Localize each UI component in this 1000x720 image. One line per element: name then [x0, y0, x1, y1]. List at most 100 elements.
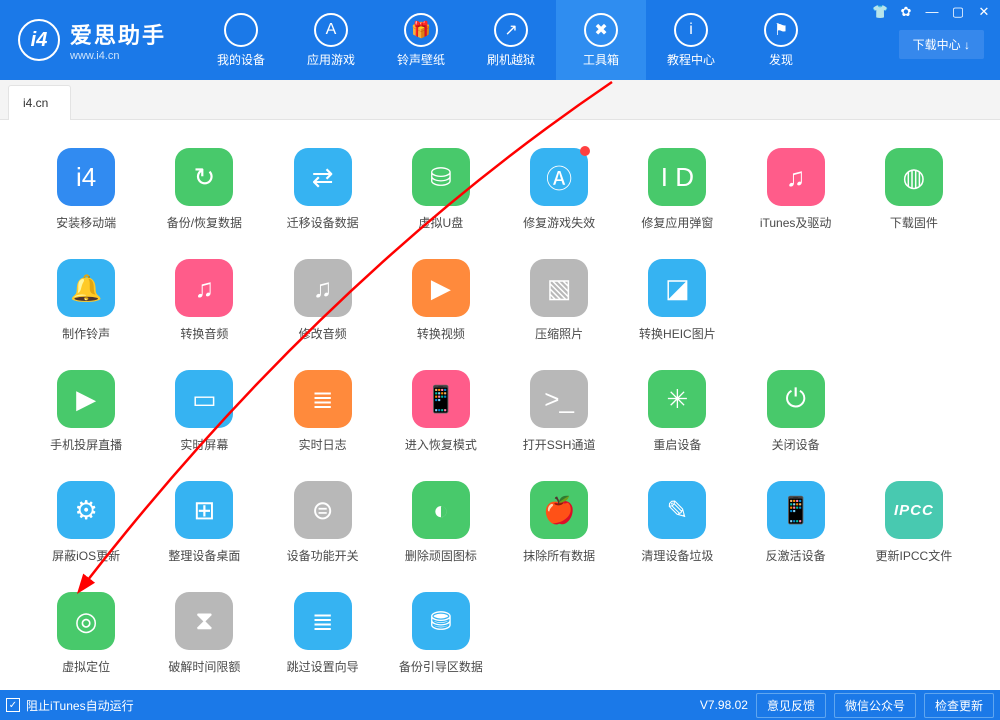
shirt-icon[interactable]: 👕	[872, 4, 888, 20]
tool-跳过设置向导[interactable]: ≣ 跳过设置向导	[269, 592, 377, 675]
check-update-button[interactable]: 检查更新	[924, 693, 994, 718]
tool-icon: ↻	[175, 148, 233, 206]
tool-label: iTunes及驱动	[760, 214, 832, 231]
nav-icon: ↗	[494, 13, 528, 47]
feedback-button[interactable]: 意见反馈	[756, 693, 826, 718]
tool-反激活设备[interactable]: 📱 反激活设备	[742, 481, 850, 564]
tab-i4cn[interactable]: i4.cn	[8, 85, 71, 120]
tool-设备功能开关[interactable]: ⊜设备功能开关	[269, 481, 377, 564]
download-center-button[interactable]: 下载中心 ↓	[899, 30, 984, 59]
tool-转换音频[interactable]: ♫转换音频	[150, 259, 258, 342]
tool-icon: ▧	[530, 259, 588, 317]
tool-icon: ◎	[57, 592, 115, 650]
nav-label: 应用游戏	[307, 51, 355, 68]
nav-item-5[interactable]: i 教程中心	[646, 0, 736, 80]
tool-转换HEIC图片[interactable]: ◪转换HEIC图片	[623, 259, 731, 342]
tool-修复应用弹窗[interactable]: I D修复应用弹窗	[623, 148, 731, 231]
tool-label: 下载固件	[890, 214, 938, 231]
tool-手机投屏直播[interactable]: ▶手机投屏直播	[32, 370, 140, 453]
tool-icon: ⧗	[175, 592, 233, 650]
window-controls: 👕 ✿ — ▢ ✕	[872, 4, 992, 20]
tool-label: 更新IPCC文件	[876, 547, 953, 564]
settings-icon[interactable]: ✿	[898, 4, 914, 20]
tool-icon: 🔔	[57, 259, 115, 317]
tool-压缩照片[interactable]: ▧压缩照片	[505, 259, 613, 342]
nav-item-1[interactable]: A应用游戏	[286, 0, 376, 80]
block-itunes-checkbox[interactable]: ✓	[6, 698, 20, 712]
close-icon[interactable]: ✕	[976, 4, 992, 20]
tool-删除顽固图标[interactable]: ◐删除顽固图标	[387, 481, 495, 564]
nav-label: 教程中心	[667, 51, 715, 68]
tool-icon: 🍎	[530, 481, 588, 539]
tool-label: 实时屏幕	[180, 436, 228, 453]
tool-label: 转换音频	[180, 325, 228, 342]
tool-icon: ▶	[412, 259, 470, 317]
tool-label: 虚拟U盘	[419, 214, 464, 231]
tool-label: 备份/恢复数据	[167, 214, 242, 231]
tool-label: 清理设备垃圾	[641, 547, 713, 564]
tool-label: 修复游戏失效	[523, 214, 595, 231]
app-logo-icon: i4	[18, 19, 60, 61]
tool-制作铃声[interactable]: 🔔 制作铃声	[32, 259, 140, 342]
tool-修复游戏失效[interactable]: Ⓐ 修复游戏失效	[505, 148, 613, 231]
tool-label: 修改音频	[299, 325, 347, 342]
tool-icon: ♫	[767, 148, 825, 206]
tool-抹除所有数据[interactable]: 🍎 抹除所有数据	[505, 481, 613, 564]
nav-item-2[interactable]: 🎁铃声壁纸	[376, 0, 466, 80]
tool-关闭设备[interactable]: ⏻关闭设备	[742, 370, 850, 453]
tool-label: 设备功能开关	[287, 547, 359, 564]
tool-icon: ≣	[294, 592, 352, 650]
tools-grid: i4安装移动端 ↻ 备份/恢复数据 ⇄迁移设备数据⛁虚拟U盘 Ⓐ 修复游戏失效 I D修复应…	[32, 148, 968, 675]
tool-icon: ▭	[175, 370, 233, 428]
nav-icon: i	[674, 13, 708, 47]
tool-icon: ≣	[294, 370, 352, 428]
tool-label: 制作铃声	[62, 325, 110, 342]
tool-修改音频[interactable]: ♫修改音频	[269, 259, 377, 342]
tool-虚拟定位[interactable]: ◎虚拟定位	[32, 592, 140, 675]
tool-label: 关闭设备	[772, 436, 820, 453]
nav-icon: 🎁	[404, 13, 438, 47]
tab-bar: i4.cn	[0, 80, 1000, 120]
tool-label: 迁移设备数据	[287, 214, 359, 231]
tool-label: 屏蔽iOS更新	[52, 547, 120, 564]
tool-重启设备[interactable]: ✳重启设备	[623, 370, 731, 453]
tool-备份/恢复数据[interactable]: ↻ 备份/恢复数据	[150, 148, 258, 231]
tool-icon: 📱	[767, 481, 825, 539]
tool-label: 反激活设备	[766, 547, 826, 564]
tool-备份引导区数据[interactable]: ⛃备份引导区数据	[387, 592, 495, 675]
tool-下载固件[interactable]: ◍下载固件	[860, 148, 968, 231]
wechat-button[interactable]: 微信公众号	[834, 693, 916, 718]
tool-转换视频[interactable]: ▶转换视频	[387, 259, 495, 342]
tool-清理设备垃圾[interactable]: ✎清理设备垃圾	[623, 481, 731, 564]
maximize-icon[interactable]: ▢	[950, 4, 966, 20]
tool-屏蔽iOS更新[interactable]: ⚙ 屏蔽iOS更新	[32, 481, 140, 564]
minimize-icon[interactable]: —	[924, 4, 940, 20]
tool-更新IPCC文件[interactable]: IPCC更新IPCC文件	[860, 481, 968, 564]
nav-icon: ✖	[584, 13, 618, 47]
nav-icon	[224, 13, 258, 47]
nav-item-0[interactable]: 我的设备	[196, 0, 286, 80]
tool-iTunes及驱动[interactable]: ♫ iTunes及驱动	[742, 148, 850, 231]
tool-迁移设备数据[interactable]: ⇄迁移设备数据	[269, 148, 377, 231]
tool-icon: ⚙	[57, 481, 115, 539]
tool-安装移动端[interactable]: i4安装移动端	[32, 148, 140, 231]
tool-进入恢复模式[interactable]: 📱进入恢复模式	[387, 370, 495, 453]
nav-item-3[interactable]: ↗刷机越狱	[466, 0, 556, 80]
tool-label: 安装移动端	[56, 214, 116, 231]
tool-实时屏幕[interactable]: ▭ 实时屏幕	[150, 370, 258, 453]
tool-虚拟U盘[interactable]: ⛁虚拟U盘	[387, 148, 495, 231]
tool-label: 实时日志	[299, 436, 347, 453]
tool-label: 修复应用弹窗	[641, 214, 713, 231]
tool-破解时间限额[interactable]: ⧗破解时间限额	[150, 592, 258, 675]
tool-整理设备桌面[interactable]: ⊞整理设备桌面	[150, 481, 258, 564]
title-bar: i4 爱思助手 www.i4.cn 我的设备A应用游戏🎁铃声壁纸↗刷机越狱✖工具…	[0, 0, 1000, 80]
tool-label: 跳过设置向导	[287, 658, 359, 675]
tool-实时日志[interactable]: ≣ 实时日志	[269, 370, 377, 453]
tool-label: 抹除所有数据	[523, 547, 595, 564]
nav-item-4[interactable]: ✖工具箱	[556, 0, 646, 80]
logo-area: i4 爱思助手 www.i4.cn	[0, 18, 184, 62]
nav-item-6[interactable]: ⚑发现	[736, 0, 826, 80]
tool-icon: 📱	[412, 370, 470, 428]
tool-icon: Ⓐ	[530, 148, 588, 206]
tool-打开SSH通道[interactable]: >_打开SSH通道	[505, 370, 613, 453]
